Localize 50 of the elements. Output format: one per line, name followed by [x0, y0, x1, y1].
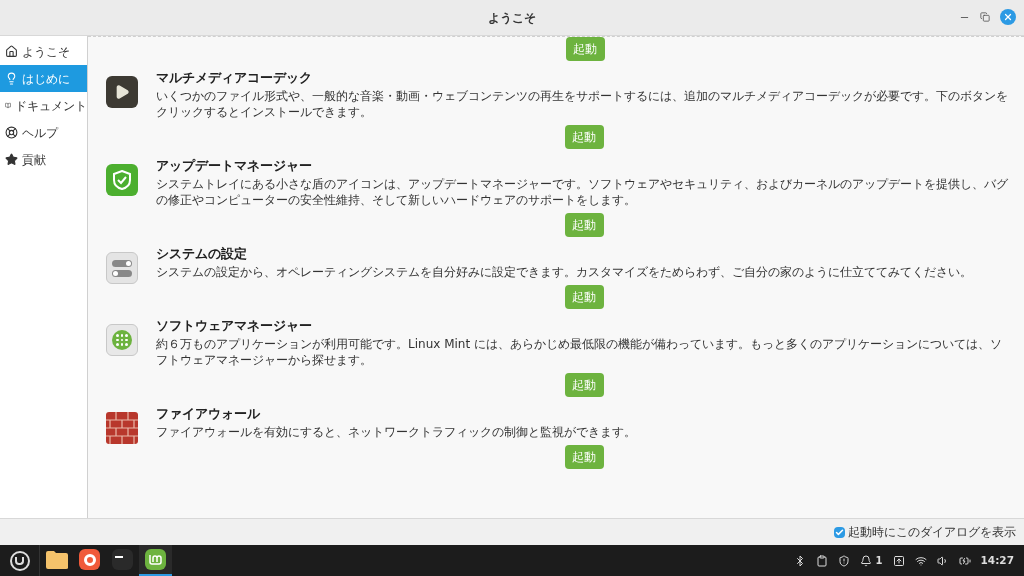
- clipboard-icon[interactable]: [815, 554, 828, 567]
- sidebar-item[interactable]: ドキュメント: [0, 92, 87, 119]
- checkbox-icon[interactable]: [834, 526, 845, 538]
- lightbulb-icon: [5, 72, 18, 85]
- play-icon: [106, 76, 138, 108]
- section-description: システムトレイにある小さな盾のアイコンは、アップデートマネージャーです。ソフトウェアやセキュリティ、およびカーネルのアップデートを提供し、バグの修正やコンピューターの安全性維持、そして新しいハードウェアのサポートをします。: [156, 176, 1009, 208]
- launch-button[interactable]: 起動: [564, 373, 604, 397]
- shield-icon: [106, 164, 138, 196]
- section-description: 約６万ものアプリケーションが利用可能です。Linux Mint には、あらかじめ最低限の機能が備わっています。もっと多くのアプリケーションについては、ソフトウェアマネージャーから探せます。: [156, 336, 1003, 368]
- sidebar-item[interactable]: 貢献: [0, 146, 87, 173]
- close-icon: [1003, 12, 1013, 22]
- window-title: ようこそ: [488, 9, 536, 27]
- brick-wall-icon: [106, 412, 138, 444]
- close-button[interactable]: [1000, 9, 1016, 25]
- section-title: ファイアウォール: [156, 406, 261, 422]
- launch-button[interactable]: 起動: [564, 125, 604, 149]
- folder-icon[interactable]: [44, 549, 69, 570]
- app-grid-icon: [106, 324, 138, 356]
- browser-icon[interactable]: [79, 549, 100, 570]
- toggles-icon: [106, 252, 138, 284]
- section-title: アップデートマネージャー: [156, 158, 313, 174]
- launch-button[interactable]: 起動: [564, 445, 604, 469]
- section-description: システムの設定から、オペレーティングシステムを自分好みに設定できます。カスタマイズをためらわず、ご自分の家のように仕立ててみてください。: [156, 264, 973, 280]
- section-title: ソフトウェアマネージャー: [156, 318, 313, 334]
- star-icon: [5, 153, 18, 166]
- taskbar-app[interactable]: [139, 545, 172, 576]
- sidebar-item[interactable]: ヘルプ: [0, 119, 87, 146]
- sidebar-item[interactable]: はじめに: [0, 65, 87, 92]
- wifi-icon[interactable]: [914, 554, 927, 567]
- restore-icon[interactable]: [980, 12, 990, 22]
- launch-button[interactable]: 起動: [564, 285, 604, 309]
- launch-button[interactable]: 起動: [565, 37, 605, 61]
- notification-count: 1: [875, 554, 883, 568]
- clock[interactable]: 14:27: [980, 552, 1014, 569]
- section-title: システムの設定: [156, 246, 248, 262]
- terminal-icon[interactable]: [112, 549, 133, 570]
- mint-logo-icon[interactable]: [145, 549, 166, 570]
- volume-icon[interactable]: [936, 554, 949, 567]
- section-description: ファイアウォールを有効にすると、ネットワークトラフィックの制御と監視ができます。: [156, 424, 637, 440]
- show-on-startup-checkbox[interactable]: 起動時にこのダイアログを表示: [834, 523, 1016, 541]
- help-icon: [5, 126, 18, 139]
- notification-icon[interactable]: [859, 554, 872, 567]
- section-description: いくつかのファイル形式や、一般的な音楽・動画・ウェブコンテンツの再生をサポートするには、追加のマルチメディアコーデックが必要です。下のボタンをクリックするとインストールできます。: [156, 88, 1009, 120]
- menu-logo-icon[interactable]: [9, 550, 30, 571]
- eject-icon[interactable]: [892, 554, 905, 567]
- section-title: マルチメディアコーデック: [156, 70, 313, 86]
- shield-icon[interactable]: [837, 554, 850, 567]
- launch-button[interactable]: 起動: [564, 213, 604, 237]
- home-icon: [5, 45, 18, 58]
- sidebar-item[interactable]: ようこそ: [0, 38, 87, 65]
